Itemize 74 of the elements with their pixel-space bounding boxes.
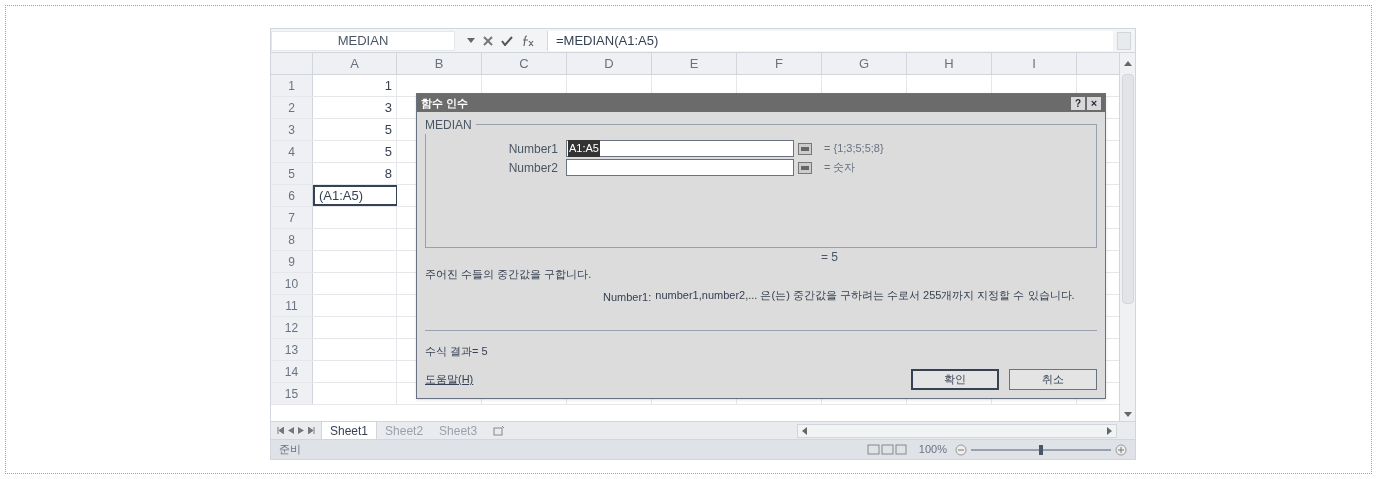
formula-result: 수식 결과= 5 [425, 343, 489, 359]
status-text: 준비 [279, 442, 301, 458]
row-header[interactable]: 12 [271, 317, 313, 338]
scroll-left-icon[interactable] [802, 426, 807, 435]
dialog-title: 함수 인수 [421, 95, 469, 111]
name-box[interactable]: MEDIAN [271, 30, 455, 51]
row-header[interactable]: 7 [271, 207, 313, 228]
first-sheet-icon[interactable] [277, 427, 284, 434]
table-cell: 5 [313, 141, 397, 162]
table-cell: 5 [313, 119, 397, 140]
dialog-button[interactable]: 취소 [1009, 369, 1097, 390]
sheet-tab[interactable]: Sheet1 [321, 422, 378, 439]
function-description: 주어진 수들의 중간값을 구합니다. [425, 267, 593, 282]
formula-field[interactable]: =MEDIAN(A1:A5) [547, 30, 1113, 51]
table-cell: 8 [313, 163, 397, 184]
table-cell: 3 [313, 97, 397, 118]
column-header[interactable]: A [313, 53, 397, 74]
function-icon[interactable] [521, 34, 535, 47]
view-icon[interactable] [866, 444, 907, 455]
row-header[interactable]: 14 [271, 361, 313, 382]
row-header[interactable]: 15 [271, 383, 313, 404]
argument-field[interactable]: A1:A5 [566, 140, 794, 157]
scroll-right-icon[interactable] [1107, 426, 1112, 435]
row-header[interactable]: 6 [271, 185, 313, 206]
argument-label: Number1 [507, 140, 559, 158]
argument-help-label: Number1: [603, 289, 652, 305]
table-cell: 1 [313, 75, 397, 96]
function-result: = 5 [821, 249, 838, 264]
dropdown-arrow-icon[interactable] [467, 38, 475, 43]
column-header[interactable]: C [482, 53, 567, 74]
collapse-dialog-icon[interactable] [798, 142, 812, 155]
previous-sheet-icon[interactable] [288, 427, 294, 434]
horizontal-scrollbar[interactable] [797, 423, 1117, 438]
collapse-dialog-icon[interactable] [798, 161, 812, 174]
argument-result: = {1;3;5;5;8} [824, 141, 884, 157]
column-header[interactable]: G [822, 53, 907, 74]
zoom-level[interactable]: 100% [918, 441, 947, 458]
zoom-in-icon[interactable] [1115, 443, 1127, 456]
column-header[interactable]: E [652, 53, 737, 74]
argument-help-text: number1,number2,... 은(는) 중간값을 구하려는 수로서 255개까지 지정할 수 있습니다. [655, 288, 1076, 303]
help-button[interactable]: ? [1071, 96, 1085, 110]
close-button[interactable]: × [1087, 96, 1101, 110]
cancel-icon[interactable] [483, 35, 493, 46]
row-header[interactable]: 9 [271, 251, 313, 272]
argument-label: Number2 [507, 159, 559, 177]
row-header[interactable]: 11 [271, 295, 313, 316]
column-header[interactable]: F [737, 53, 822, 74]
scroll-up-icon[interactable] [1123, 61, 1132, 66]
row-header[interactable]: 5 [271, 163, 313, 184]
column-header[interactable]: D [567, 53, 652, 74]
row-header[interactable]: 3 [271, 119, 313, 140]
vertical-scrollbar[interactable] [1119, 53, 1135, 421]
last-sheet-icon[interactable] [308, 427, 315, 434]
checkmark-icon[interactable] [501, 35, 513, 46]
column-header[interactable]: I [992, 53, 1077, 74]
column-header[interactable]: B [397, 53, 482, 74]
zoom-slider-thumb[interactable] [1039, 444, 1043, 455]
row-header[interactable]: 13 [271, 339, 313, 360]
sheet-tab[interactable]: Sheet2 [377, 422, 432, 439]
insert-sheet-icon[interactable] [493, 425, 506, 436]
row-header[interactable]: 8 [271, 229, 313, 250]
next-sheet-icon[interactable] [298, 427, 304, 434]
row-header[interactable]: 4 [271, 141, 313, 162]
sheet-tab[interactable]: Sheet3 [431, 422, 486, 439]
help-link[interactable]: 도움말(H) [425, 371, 474, 388]
active-cell[interactable]: (A1:A5) [313, 185, 397, 206]
scroll-down-icon[interactable] [1123, 412, 1132, 417]
row-header[interactable]: 10 [271, 273, 313, 294]
row-header[interactable]: 1 [271, 75, 313, 96]
row-header[interactable]: 2 [271, 97, 313, 118]
argument-result: = 숫자 [824, 160, 856, 176]
column-header[interactable]: H [907, 53, 992, 74]
argument-field[interactable] [566, 159, 794, 176]
dialog-button[interactable]: 확인 [911, 369, 999, 390]
